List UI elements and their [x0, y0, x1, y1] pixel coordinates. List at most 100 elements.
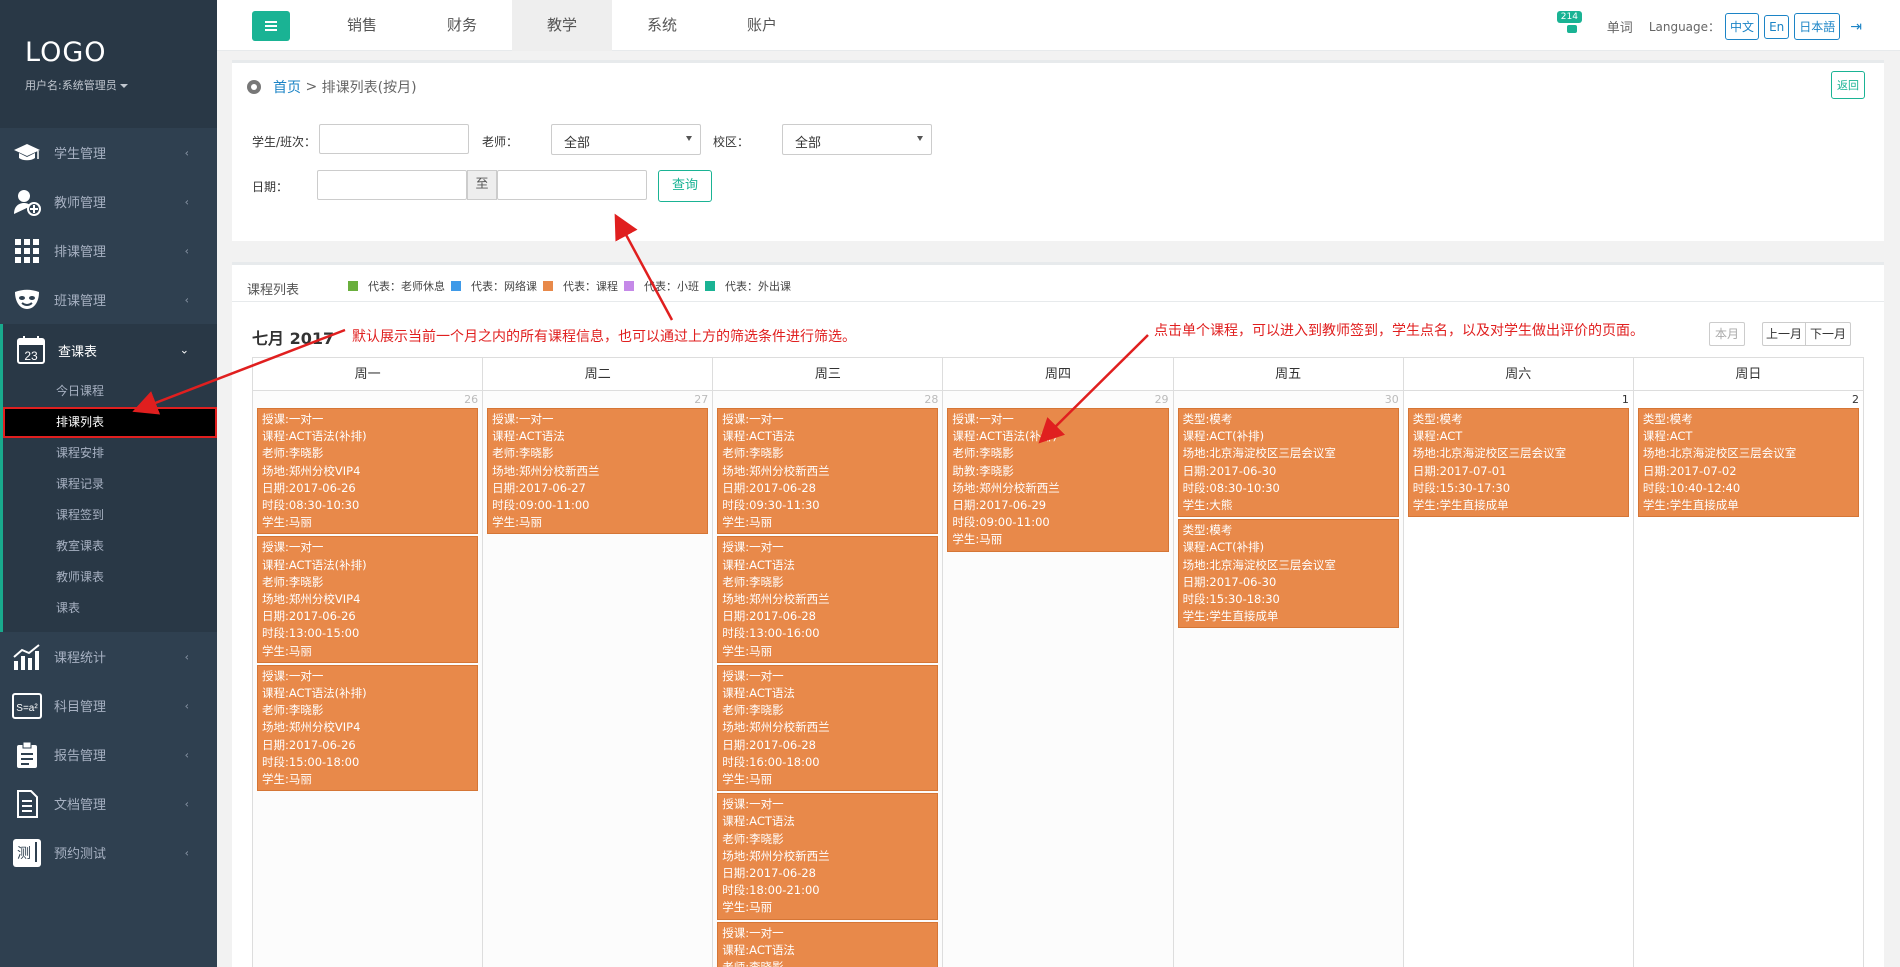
weekday-label: 周日 — [1735, 367, 1762, 382]
sidebar-item-subject[interactable]: S=a² 科目管理 ‹ — [0, 681, 217, 730]
weekday-label: 周二 — [483, 358, 714, 390]
course-event-line: 课程:ACT语法 — [492, 429, 565, 444]
sidebar-item-class[interactable]: 班课管理 ‹ — [0, 275, 217, 324]
chevron-left-icon: ‹ — [184, 748, 189, 761]
user-dropdown[interactable]: 用户名:系统管理员 — [25, 77, 217, 93]
sidebar-item-schedule[interactable]: 排课管理 ‹ — [0, 226, 217, 275]
course-event[interactable]: 授课:一对一 课程:ACT语法 老师:李晓影 场地:郑州分校新西兰 日期:2017-06… — [717, 664, 939, 792]
course-event-line: 时段:09:00-11:00 — [492, 498, 590, 513]
teacher-label: 老师： — [482, 135, 519, 149]
sidebar-item-report[interactable]: 报告管理 ‹ — [0, 730, 217, 779]
location-pin-icon — [247, 80, 261, 94]
course-event[interactable]: 授课:一对一课程:ACT语法老师:李晓影场地:郑州分校新西兰 — [717, 921, 939, 967]
course-event[interactable]: 授课:一对一 课程:ACT语法(补排) 老师:李晓影 助教:李晓影 场地:郑州分校新西兰… — [947, 408, 1169, 552]
sidebar-submenu: 今日课程 排课列表 课程安排 课程记录 课程签到 教室课表 教师课表 课表 — [0, 376, 217, 632]
course-event-line: 课程:ACT语法(补排) — [262, 686, 367, 701]
dropdown-arrow-icon — [686, 136, 692, 141]
course-event-line: 场地:北京海淀校区三层会议室 — [1642, 446, 1797, 461]
campus-label: 校区： — [713, 135, 750, 149]
message-count-badge: 214 — [1556, 10, 1582, 23]
sidebar-item-label: 班课管理 — [54, 294, 107, 309]
course-event-line: 时段:13:00-16:00 — [722, 626, 820, 641]
submenu-item-arrangement[interactable]: 课程安排 — [3, 438, 217, 469]
calendar-day-cell[interactable]: 30 类型:模考 课程:ACT(补排) 场地:北京海淀校区三层会议室 日期:2017-0… — [1173, 391, 1404, 967]
submenu-item-records[interactable]: 课程记录 — [3, 469, 217, 500]
sidebar-item-label: 科目管理 — [54, 700, 107, 715]
sidebar-item-teacher[interactable]: 教师管理 ‹ — [0, 177, 217, 226]
course-event[interactable]: 授课:一对一 课程:ACT语法(补排) 老师:李晓影 场地:郑州分校VIP4 日期:20… — [257, 536, 479, 663]
course-event-line: 类型:模考 — [1642, 412, 1693, 426]
top-bar: 销售 财务 教学 系统 账户 214 单词 Language： 中文 En 日本… — [217, 0, 1900, 51]
tab-finance[interactable]: 财务 — [412, 0, 512, 51]
course-event-line: 课程:ACT语法(补排) — [262, 557, 367, 572]
campus-select[interactable]: 全部 — [782, 124, 932, 155]
tab-account[interactable]: 账户 — [712, 0, 812, 51]
course-event-line: 助教:李晓影 — [952, 463, 1014, 478]
submenu-item-schedule-list[interactable]: 排课列表 — [3, 407, 217, 438]
teacher-select[interactable]: 全部 — [551, 124, 701, 155]
course-event-line: 学生:大熊 — [1182, 498, 1233, 513]
lang-english-button[interactable]: En — [1764, 14, 1790, 39]
calendar-day-cell[interactable]: 27 授课:一对一 课程:ACT语法 老师:李晓影 场地:郑州分校新西兰 日期:2017-… — [483, 391, 714, 967]
course-event[interactable]: 类型:模考 课程:ACT 场地:北京海淀校区三层会议室 日期:2017-07-02 时段… — [1637, 408, 1859, 518]
course-event[interactable]: 授课:一对一 课程:ACT语法(补排) 老师:李晓影 场地:郑州分校VIP4 日期:20… — [257, 408, 479, 535]
tab-sales[interactable]: 销售 — [312, 0, 412, 51]
weekday-header: 周一 周二 周三 周四 周五 周六 周日 — [253, 358, 1863, 391]
legend-item: 代表：课程 — [543, 278, 618, 294]
course-event[interactable]: 类型:模考 课程:ACT(补排) 场地:北京海淀校区三层会议室 日期:2017-06-… — [1177, 519, 1399, 629]
course-event[interactable]: 授课:一对一 课程:ACT语法 老师:李晓影 场地:郑州分校新西兰 日期:2017-06… — [717, 793, 939, 920]
course-event-line: 学生:马丽 — [722, 643, 773, 658]
this-month-button[interactable]: 本月 — [1709, 322, 1745, 346]
calendar-day-cell[interactable]: 26 授课:一对一 课程:ACT语法(补排) 老师:李晓影 场地:郑州分校VIP4 日期:… — [253, 391, 484, 967]
test-icon-text: 测 — [17, 846, 31, 862]
sidebar-item-test[interactable]: 测 预约测试 ‹ — [0, 828, 217, 877]
course-event[interactable]: 类型:模考 课程:ACT 场地:北京海淀校区三层会议室 日期:2017-07-01 时段… — [1407, 408, 1629, 518]
course-event-line: 场地:郑州分校新西兰 — [722, 592, 830, 607]
submenu-item-teacher-table[interactable]: 教师课表 — [3, 562, 217, 593]
calendar-day-cell[interactable]: 2 类型:模考 课程:ACT 场地:北京海淀校区三层会议室 日期:2017-07-02 时… — [1633, 391, 1863, 967]
word-link[interactable]: 单词 — [1607, 17, 1633, 36]
student-input[interactable] — [319, 124, 469, 154]
course-event[interactable]: 授课:一对一 课程:ACT语法 老师:李晓影 场地:郑州分校新西兰 日期:2017-06… — [717, 408, 939, 535]
query-button[interactable]: 查询 — [658, 170, 712, 202]
tab-system[interactable]: 系统 — [612, 0, 712, 51]
course-event-line: 日期:2017-06-28 — [722, 866, 816, 881]
next-month-button[interactable]: 下一月 — [1805, 322, 1851, 346]
submenu-item-checkin[interactable]: 课程签到 — [3, 500, 217, 531]
sidebar-item-timetable[interactable]: 23 查课表 ⌄ — [0, 324, 217, 376]
breadcrumb-home-link[interactable]: 首页 — [273, 77, 301, 97]
sidebar-item-student[interactable]: 学生管理 ‹ — [0, 128, 217, 177]
lang-japanese-button[interactable]: 日本語 — [1794, 13, 1841, 40]
legend-label: 代表：课程 — [563, 280, 618, 293]
lang-chinese-button[interactable]: 中文 — [1725, 13, 1760, 40]
prev-month-button[interactable]: 上一月 — [1762, 322, 1806, 346]
sidebar-item-docs[interactable]: 文档管理 ‹ — [0, 779, 217, 828]
tab-teaching[interactable]: 教学 — [512, 0, 612, 51]
course-event-line: 课程:ACT语法(补排) — [262, 429, 367, 444]
calendar-week-row: 26 授课:一对一 课程:ACT语法(补排) 老师:李晓影 场地:郑州分校VIP4 日期:… — [253, 391, 1863, 967]
date-start-input[interactable] — [317, 170, 467, 200]
course-event[interactable]: 授课:一对一 课程:ACT语法 老师:李晓影 场地:郑州分校新西兰 日期:2017-06… — [487, 408, 709, 535]
calendar-day-cell[interactable]: 28 授课:一对一 课程:ACT语法 老师:李晓影 场地:郑州分校新西兰 日期:2017-… — [713, 391, 944, 967]
course-event[interactable]: 授课:一对一 课程:ACT语法(补排) 老师:李晓影 场地:郑州分校VIP4 日期:20… — [257, 664, 479, 792]
course-event[interactable]: 授课:一对一 课程:ACT语法 老师:李晓影 场地:郑州分校新西兰 日期:2017-06… — [717, 536, 939, 663]
calendar-day-cell[interactable]: 29 授课:一对一 课程:ACT语法(补排) 老师:李晓影 助教:李晓影 场地:郑州分校新… — [943, 391, 1174, 967]
sidebar-item-stats[interactable]: 课程统计 ‹ — [0, 632, 217, 681]
course-event-line: 场地:郑州分校新西兰 — [722, 720, 830, 735]
course-event-line: 老师:李晓影 — [722, 574, 784, 589]
back-button[interactable]: 返回 — [1831, 71, 1865, 99]
date-end-input[interactable] — [497, 170, 647, 200]
calendar-day-cell[interactable]: 1 类型:模考 课程:ACT 场地:北京海淀校区三层会议室 日期:2017-07-01 时… — [1403, 391, 1634, 967]
menu-toggle-button[interactable] — [252, 11, 290, 41]
chevron-down-icon: ⌄ — [179, 343, 189, 357]
message-button[interactable]: 214 — [1556, 10, 1583, 37]
day-events: 授课:一对一 课程:ACT语法(补排) 老师:李晓影 场地:郑州分校VIP4 日期:20… — [257, 408, 479, 793]
course-event[interactable]: 类型:模考 课程:ACT(补排) 场地:北京海淀校区三层会议室 日期:2017-06-… — [1177, 408, 1399, 518]
logout-icon[interactable]: ⇥ — [1850, 19, 1862, 35]
submenu-item-today[interactable]: 今日课程 — [3, 376, 217, 407]
submenu-item-classroom-table[interactable]: 教室课表 — [3, 531, 217, 562]
chart-icon — [12, 642, 42, 672]
day-events: 类型:模考 课程:ACT 场地:北京海淀校区三层会议室 日期:2017-07-02 时段… — [1637, 408, 1859, 519]
submenu-item-table[interactable]: 课表 — [3, 593, 217, 624]
course-event-line: 场地:郑州分校VIP4 — [262, 720, 361, 735]
